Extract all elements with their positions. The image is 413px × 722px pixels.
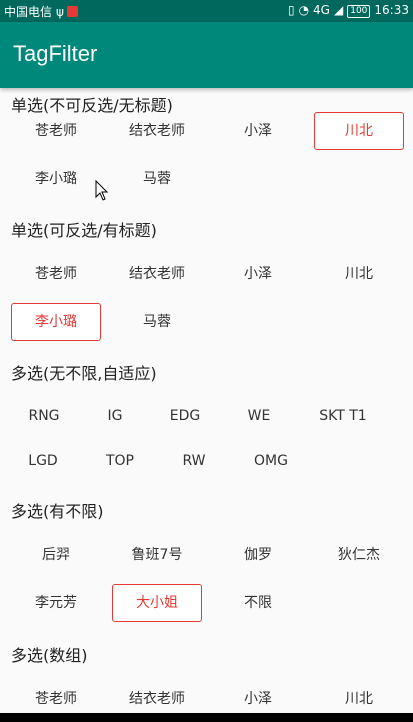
tag-option[interactable]: WE — [226, 397, 292, 435]
tag-option-selected[interactable]: 川北 — [314, 112, 404, 150]
tag-option[interactable]: LGD — [5, 442, 81, 480]
vibrate-icon: ▯ — [287, 3, 295, 17]
tag-option[interactable]: 结衣老师 — [112, 112, 202, 150]
tag-option[interactable]: 川北 — [314, 255, 404, 293]
tag-option[interactable]: 马蓉 — [112, 160, 202, 198]
status-left: 中国电信 ψ — [4, 3, 78, 20]
navigation-bar — [0, 713, 413, 722]
tag-option[interactable]: RNG — [5, 397, 83, 435]
tag-option-unlimited[interactable]: 不限 — [213, 584, 303, 622]
tag-option[interactable]: 后羿 — [11, 536, 101, 574]
battery-icon: 100 — [347, 5, 371, 18]
clock: 16:33 — [374, 3, 409, 17]
app-bar: TagFilter — [0, 22, 413, 88]
tag-option[interactable]: TOP — [86, 442, 154, 480]
tag-option[interactable]: 小泽 — [213, 112, 303, 150]
mouse-pointer-icon — [95, 180, 109, 201]
wifi-icon: ◔ — [298, 3, 310, 17]
tag-option[interactable]: 苍老师 — [11, 255, 101, 293]
tag-option[interactable]: 李元芳 — [11, 584, 101, 622]
status-bar: 中国电信 ψ ▯ ◔ 4G ◢ 100 16:33 — [0, 0, 413, 22]
signal-icon: ◢ — [333, 3, 344, 17]
tag-option[interactable]: 苍老师 — [11, 112, 101, 150]
section-title: 多选(有不限) — [11, 502, 104, 521]
usb-icon: ψ — [56, 5, 64, 19]
tag-option[interactable]: 鲁班7号 — [112, 536, 202, 574]
tag-option[interactable]: 伽罗 — [213, 536, 303, 574]
sim-alert-icon — [66, 6, 78, 17]
app-title: TagFilter — [13, 41, 98, 66]
section-title: 单选(可反选/有标题) — [11, 221, 157, 240]
section-title: 多选(无不限,自适应) — [11, 364, 157, 383]
status-right: ▯ ◔ 4G ◢ 100 16:33 — [284, 3, 409, 18]
tag-option[interactable]: 狄仁杰 — [314, 536, 404, 574]
tag-option[interactable]: OMG — [232, 442, 310, 480]
section-title: 多选(数组) — [11, 646, 88, 665]
tag-option[interactable]: 马蓉 — [112, 303, 202, 341]
tag-option[interactable]: SKT T1 — [304, 397, 382, 435]
tag-option[interactable]: IG — [86, 397, 144, 435]
tag-option[interactable]: 李小璐 — [11, 160, 101, 198]
tag-option[interactable]: EDG — [150, 397, 220, 435]
network-type: 4G — [313, 3, 330, 17]
tag-option-selected[interactable]: 大小姐 — [112, 584, 202, 622]
tag-option-selected[interactable]: 李小璐 — [11, 303, 101, 341]
tag-option[interactable]: 结衣老师 — [112, 255, 202, 293]
carrier-name: 中国电信 — [4, 5, 53, 19]
tag-option[interactable]: RW — [160, 442, 228, 480]
tag-option[interactable]: 小泽 — [213, 255, 303, 293]
